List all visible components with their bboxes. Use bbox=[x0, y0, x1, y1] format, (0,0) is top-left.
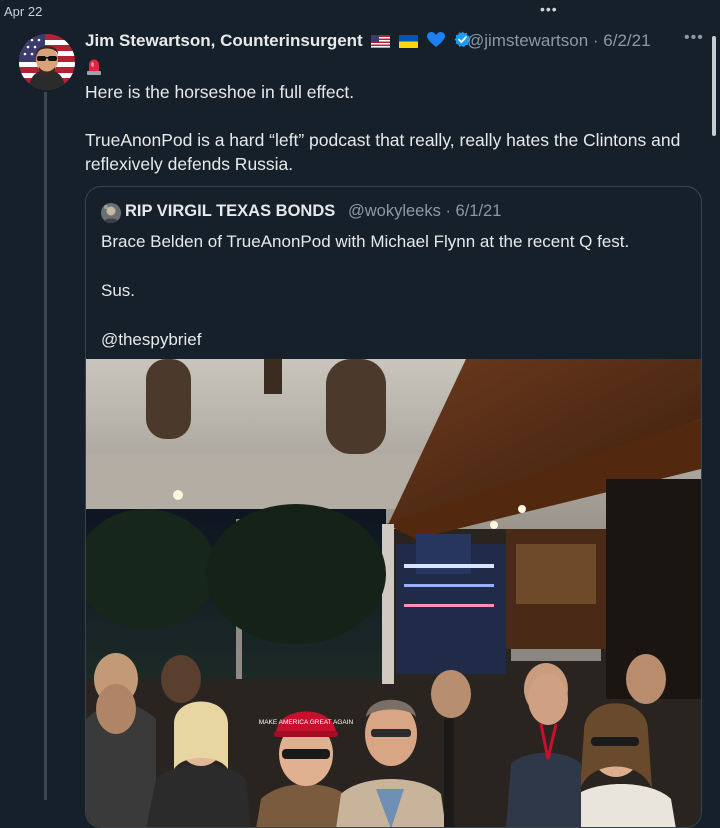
quoted-tweet-text: Brace Belden of TrueAnonPod with Michael… bbox=[101, 232, 630, 349]
author-name[interactable]: Jim Stewartson, Counterinsurgent bbox=[85, 31, 363, 50]
tweet-text: Here is the horseshoe in full effect. Tr… bbox=[85, 82, 681, 174]
tweet-author-line[interactable]: Jim Stewartson, Counterinsurgent bbox=[85, 31, 471, 53]
quoted-author-avatar[interactable] bbox=[101, 203, 121, 223]
status-bar: Apr 22 ••• bbox=[0, 0, 720, 22]
blue-heart-icon bbox=[426, 32, 445, 53]
quoted-tweet-card[interactable]: RIP VIRGIL TEXAS BONDS @wokyleeks · 6/1/… bbox=[85, 186, 702, 828]
top-more-icon[interactable]: ••• bbox=[540, 1, 558, 17]
ukraine-flag-icon bbox=[399, 33, 419, 53]
quoted-author-name[interactable]: RIP VIRGIL TEXAS BONDS bbox=[125, 202, 335, 221]
timeline-date: Apr 22 bbox=[4, 4, 43, 19]
siren-icon bbox=[86, 57, 102, 80]
more-options-icon[interactable]: ••• bbox=[684, 29, 704, 47]
quoted-handle-time[interactable]: @wokyleeks · 6/1/21 bbox=[348, 202, 501, 221]
hat-text: MAKE AMERICA GREAT AGAIN bbox=[259, 719, 354, 726]
scrollbar[interactable] bbox=[712, 36, 716, 136]
thread-line bbox=[44, 92, 47, 800]
tweet-photo[interactable]: MAKE AMERICA GREAT AGAIN bbox=[86, 359, 701, 827]
us-flag-icon bbox=[371, 33, 391, 53]
tweet-handle-time[interactable]: @jimstewartson · 6/2/21 bbox=[467, 31, 651, 51]
author-avatar[interactable] bbox=[19, 34, 75, 90]
